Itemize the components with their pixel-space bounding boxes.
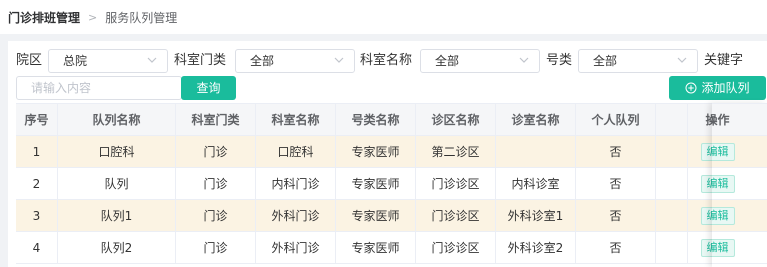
cell-dept-name: 内科门诊 [256,168,336,199]
column-header: 号类名称 [336,104,416,135]
cell-action: 编辑 [688,136,747,167]
cell-area: 第二诊区 [416,136,496,167]
cell-queue-name: 口腔科 [58,136,176,167]
column-header: 科室名称 [256,104,336,135]
keyword-label: 关键字 [704,53,744,68]
cell-room [496,136,576,167]
column-header: 诊区名称 [416,104,496,135]
reg-type-select[interactable]: 全部 [578,49,698,73]
campus-select-value: 总院 [63,54,88,68]
chevron-down-icon [519,57,529,63]
add-queue-label: 添加队列 [701,81,750,95]
cell-personal: 否 [576,200,656,231]
dept-type-label: 科室门类 [174,53,227,68]
breadcrumb-separator: > [88,10,98,24]
table-row[interactable]: 2 队列 门诊 内科门诊 专家医师 门诊诊区 内科诊室 否 编辑 [16,168,767,200]
cell-reg-type: 专家医师 [336,168,416,199]
cell-dept-type: 门诊 [176,136,256,167]
query-button[interactable]: 查询 [181,76,236,100]
column-header: 操作 [705,113,730,127]
cell-action: 编辑 [688,168,747,199]
column-header: 科室门类 [176,104,256,135]
cell-spacer [656,200,688,231]
breadcrumb-root[interactable]: 门诊排班管理 [8,9,80,26]
column-header: 序号 [16,104,58,135]
cell-no: 4 [16,232,58,263]
cell-dept-type: 门诊 [176,168,256,199]
column-header: 诊室名称 [496,104,576,135]
column-header: 个人队列 [576,104,656,135]
table-row[interactable]: 1 口腔科 门诊 口腔科 专家医师 第二诊区 否 编辑 [16,136,767,168]
column-header: 队列名称 [58,104,176,135]
cell-dept-name: 口腔科 [256,136,336,167]
cell-spacer [656,136,688,167]
dept-type-select[interactable]: 全部 [235,49,355,73]
dept-type-select-value: 全部 [250,54,275,68]
cell-no: 1 [16,136,58,167]
cell-area: 门诊诊区 [416,168,496,199]
cell-room: 外科诊室2 [496,232,576,263]
keyword-input[interactable] [16,76,182,100]
cell-dept-type: 门诊 [176,232,256,263]
cell-personal: 否 [576,136,656,167]
dept-name-select[interactable]: 全部 [420,49,540,73]
chevron-down-icon [147,57,157,63]
edit-button[interactable]: 编辑 [700,206,735,225]
cell-area: 门诊诊区 [416,200,496,231]
edit-button[interactable]: 编辑 [700,174,735,193]
chevron-down-icon [334,57,344,63]
cell-queue-name: 队列2 [58,232,176,263]
reg-type-label: 号类 [546,53,573,68]
cell-no: 2 [16,168,58,199]
cell-room: 外科诊室1 [496,200,576,231]
cell-reg-type: 专家医师 [336,200,416,231]
cell-reg-type: 专家医师 [336,136,416,167]
dept-name-select-value: 全部 [435,54,460,68]
add-queue-button[interactable]: 添加队列 [669,76,766,100]
dept-name-label: 科室名称 [360,53,413,68]
campus-label: 院区 [16,53,43,68]
table-row[interactable]: 3 队列1 门诊 外科门诊 专家医师 门诊诊区 外科诊室1 否 编辑 [16,200,767,232]
campus-select[interactable]: 总院 [48,49,168,73]
plus-circle-icon [685,82,697,94]
breadcrumb: 门诊排班管理 > 服务队列管理 [0,0,767,34]
chevron-down-icon [677,57,687,63]
cell-area: 门诊诊区 [416,232,496,263]
queue-table: 序号 队列名称 科室门类 科室名称 号类名称 诊区名称 诊室名称 个人队列 操作… [16,103,767,264]
cell-reg-type: 专家医师 [336,232,416,263]
cell-personal: 否 [576,168,656,199]
cell-spacer [656,168,688,199]
edit-button[interactable]: 编辑 [700,142,735,161]
table-header-row: 序号 队列名称 科室门类 科室名称 号类名称 诊区名称 诊室名称 个人队列 操作 [16,104,767,136]
cell-spacer [656,232,688,263]
cell-dept-name: 外科门诊 [256,200,336,231]
cell-action: 编辑 [688,200,747,231]
cell-personal: 否 [576,232,656,263]
edit-button[interactable]: 编辑 [700,238,735,257]
cell-dept-name: 外科门诊 [256,232,336,263]
cell-room: 内科诊室 [496,168,576,199]
cell-queue-name: 队列1 [58,200,176,231]
cell-dept-type: 门诊 [176,200,256,231]
table-row[interactable]: 4 队列2 门诊 外科门诊 专家医师 门诊诊区 外科诊室2 否 编辑 [16,232,767,264]
cell-action: 编辑 [688,232,747,263]
reg-type-select-value: 全部 [593,54,618,68]
column-spacer [656,104,688,135]
cell-no: 3 [16,200,58,231]
breadcrumb-current: 服务队列管理 [105,10,178,25]
cell-queue-name: 队列 [58,168,176,199]
